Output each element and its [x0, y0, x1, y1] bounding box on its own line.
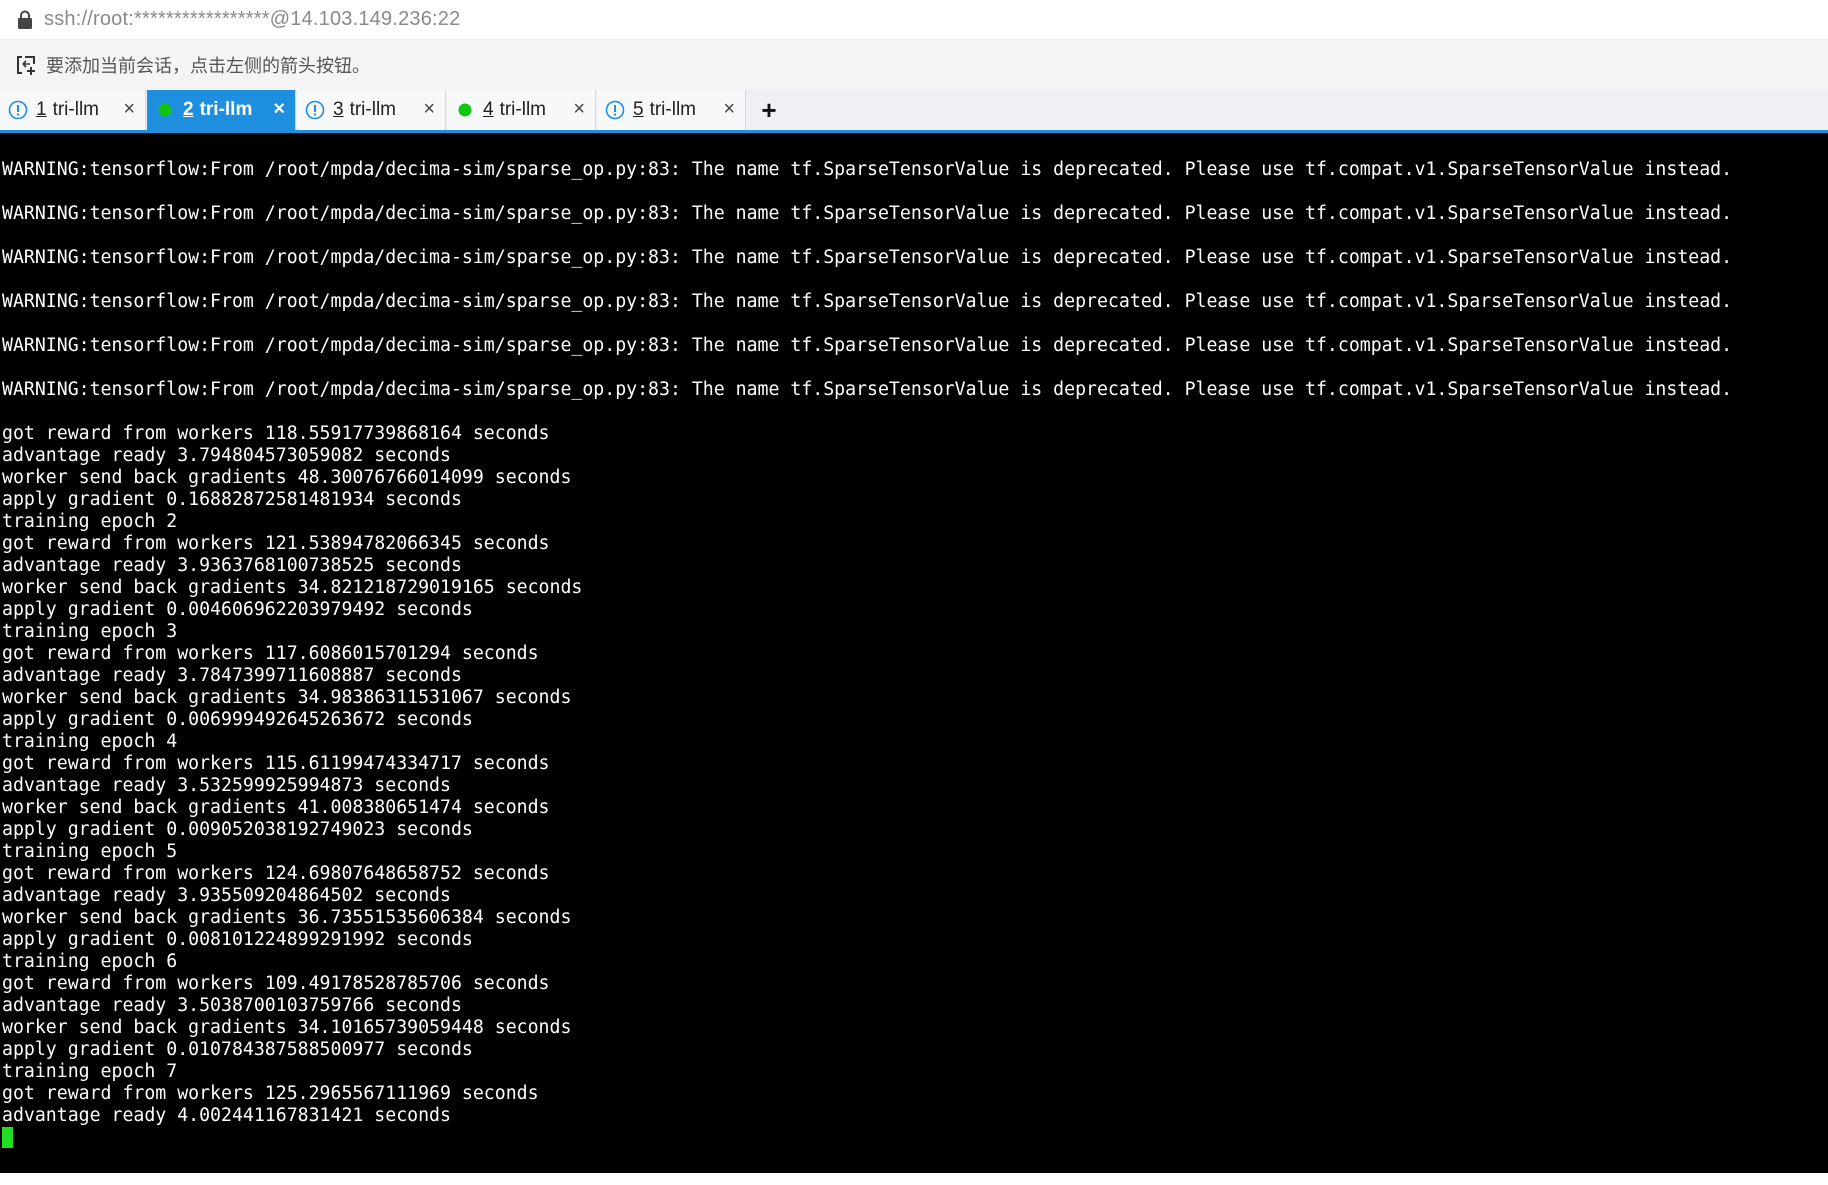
terminal-warning-line: WARNING:tensorflow:From /root/mpda/decim…	[2, 379, 1733, 400]
terminal-line: apply gradient 0.009052038192749023 seco…	[2, 819, 473, 840]
tab-label: tri-llm	[649, 99, 697, 120]
tab-number: 2	[183, 99, 194, 120]
terminal-line: apply gradient 0.006999492645263672 seco…	[2, 709, 473, 730]
terminal-line: apply gradient 0.16882872581481934 secon…	[2, 489, 462, 510]
terminal-line: advantage ready 3.7847399711608887 secon…	[2, 665, 462, 686]
terminal-warning-line: WARNING:tensorflow:From /root/mpda/decim…	[2, 159, 1733, 180]
terminal-line: training epoch 4	[2, 731, 178, 752]
terminal-line: training epoch 6	[2, 951, 178, 972]
terminal-line: apply gradient 0.010784387588500977 seco…	[2, 1039, 473, 1060]
terminal-line: got reward from workers 124.698076486587…	[2, 863, 550, 884]
tab-session-2[interactable]: 2 tri-llm ×	[147, 90, 296, 130]
new-tab-button[interactable]: +	[752, 90, 786, 130]
bottom-border	[0, 1173, 1828, 1185]
add-session-icon[interactable]	[14, 53, 38, 77]
terminal-output[interactable]: WARNING:tensorflow:From /root/mpda/decim…	[0, 133, 1828, 1173]
terminal-line: advantage ready 3.935509204864502 second…	[2, 885, 451, 906]
lock-icon	[18, 10, 32, 29]
warning-icon	[305, 100, 325, 120]
terminal-line: advantage ready 3.532599925994873 second…	[2, 775, 451, 796]
tab-label: tri-llm	[199, 99, 253, 120]
close-tab-icon[interactable]: ×	[273, 98, 285, 120]
tab-label: tri-llm	[499, 99, 547, 120]
close-tab-icon[interactable]: ×	[423, 98, 435, 120]
terminal-line: worker send back gradients 36.7355153560…	[2, 907, 572, 928]
terminal-line: worker send back gradients 48.3007676601…	[2, 467, 572, 488]
terminal-line: got reward from workers 117.608601570129…	[2, 643, 539, 664]
tab-label: tri-llm	[349, 99, 397, 120]
connected-dot-icon	[455, 100, 475, 120]
terminal-warning-line: WARNING:tensorflow:From /root/mpda/decim…	[2, 247, 1733, 268]
session-hint-bar: 要添加当前会话，点击左侧的箭头按钮。	[0, 40, 1828, 90]
tab-session-3[interactable]: 3 tri-llm ×	[297, 90, 446, 130]
close-tab-icon[interactable]: ×	[123, 98, 135, 120]
terminal-warning-line: WARNING:tensorflow:From /root/mpda/decim…	[2, 203, 1733, 224]
close-tab-icon[interactable]: ×	[723, 98, 735, 120]
tab-bar: 1 tri-llm × 2 tri-llm × 3 tri-llm × 4 tri-ll…	[0, 90, 1828, 133]
address-text[interactable]: ssh://root:*****************@14.103.149.…	[44, 8, 460, 31]
terminal-warning-line: WARNING:tensorflow:From /root/mpda/decim…	[2, 291, 1733, 312]
terminal-line: apply gradient 0.004606962203979492 seco…	[2, 599, 473, 620]
tab-number: 1	[36, 99, 47, 120]
warning-icon	[8, 100, 28, 120]
terminal-line: got reward from workers 121.538947820663…	[2, 533, 550, 554]
terminal-line: training epoch 5	[2, 841, 178, 862]
terminal-line: advantage ready 3.9363768100738525 secon…	[2, 555, 462, 576]
terminal-line: worker send back gradients 34.1016573905…	[2, 1017, 572, 1038]
terminal-line: got reward from workers 109.491785287857…	[2, 973, 550, 994]
terminal-line: advantage ready 4.002441167831421 second…	[2, 1105, 451, 1126]
terminal-line: training epoch 2	[2, 511, 178, 532]
terminal-line: advantage ready 3.794804573059082 second…	[2, 445, 451, 466]
tab-label: tri-llm	[52, 99, 100, 120]
terminal-cursor	[2, 1127, 13, 1148]
tab-number: 5	[633, 99, 644, 120]
address-bar[interactable]: ssh://root:*****************@14.103.149.…	[0, 0, 1828, 40]
terminal-line: training epoch 7	[2, 1061, 178, 1082]
terminal-line: worker send back gradients 41.0083806514…	[2, 797, 550, 818]
connected-dot-icon	[155, 100, 175, 120]
tab-session-5[interactable]: 5 tri-llm ×	[597, 90, 746, 130]
tab-session-1[interactable]: 1 tri-llm ×	[0, 90, 146, 130]
terminal-line: worker send back gradients 34.8212187290…	[2, 577, 583, 598]
tab-number: 4	[483, 99, 494, 120]
terminal-line: got reward from workers 118.559177398681…	[2, 423, 550, 444]
tab-session-4[interactable]: 4 tri-llm ×	[447, 90, 596, 130]
terminal-line: training epoch 3	[2, 621, 178, 642]
session-hint-text: 要添加当前会话，点击左侧的箭头按钮。	[46, 56, 370, 77]
warning-icon	[605, 100, 625, 120]
tab-number: 3	[333, 99, 344, 120]
terminal-line: advantage ready 3.5038700103759766 secon…	[2, 995, 462, 1016]
terminal-warning-line: WARNING:tensorflow:From /root/mpda/decim…	[2, 335, 1733, 356]
terminal-line: got reward from workers 115.611994743347…	[2, 753, 550, 774]
terminal-line: worker send back gradients 34.9838631153…	[2, 687, 572, 708]
terminal-line: got reward from workers 125.296556711196…	[2, 1083, 539, 1104]
terminal-line: apply gradient 0.008101224899291992 seco…	[2, 929, 473, 950]
close-tab-icon[interactable]: ×	[573, 98, 585, 120]
